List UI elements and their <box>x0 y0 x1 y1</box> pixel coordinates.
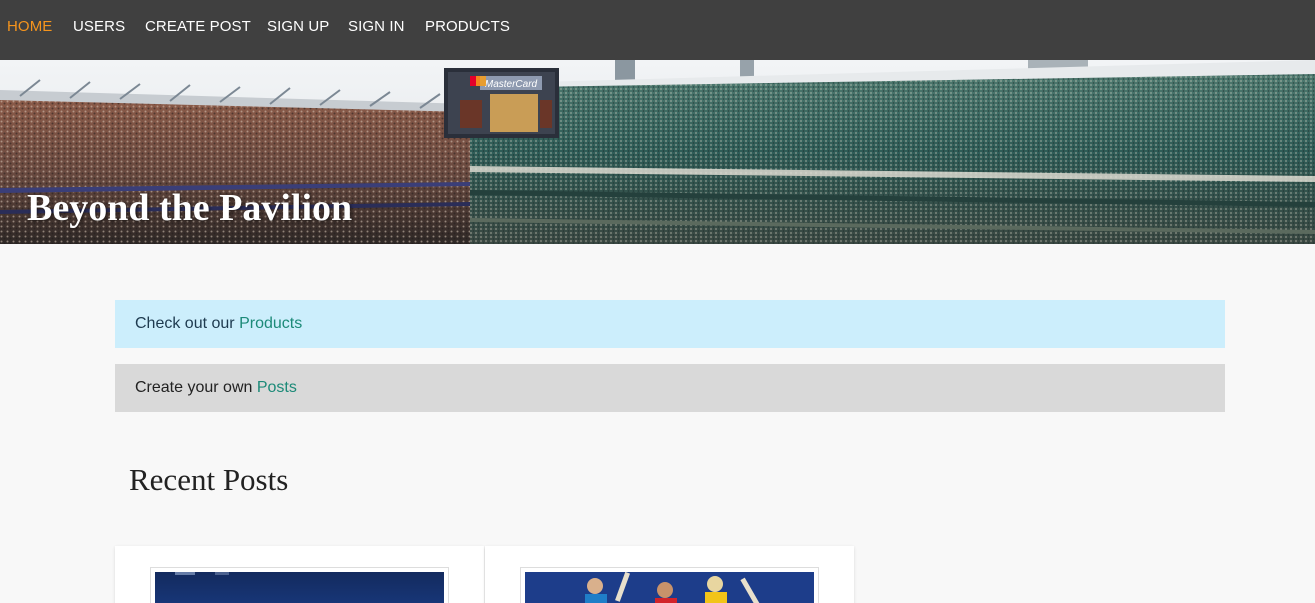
nav-products-link[interactable]: PRODUCTS <box>425 18 510 36</box>
post-card[interactable] <box>485 546 854 603</box>
post-thumbnail-frame <box>520 567 819 603</box>
site-title: Beyond the Pavilion <box>27 187 353 229</box>
post-card[interactable] <box>115 546 484 603</box>
post-thumbnail-frame <box>150 567 449 603</box>
top-navigation-bar: HOME USERS CREATE POST SIGN UP SIGN IN P… <box>0 0 1315 60</box>
products-notice: Check out our Products <box>115 300 1225 348</box>
nav-users-link[interactable]: USERS <box>73 18 125 36</box>
nav-sign-in-link[interactable]: SIGN IN <box>348 18 405 36</box>
recent-posts-heading: Recent Posts <box>129 462 289 497</box>
post-thumbnail-image[interactable] <box>155 572 444 603</box>
posts-notice: Create your own Posts <box>115 364 1225 412</box>
products-link[interactable]: Products <box>239 315 302 332</box>
nav-create-post-link[interactable]: CREATE POST <box>145 18 251 36</box>
post-thumbnail-image[interactable] <box>525 572 814 603</box>
nav-home-link[interactable]: HOME <box>7 18 52 36</box>
scoreboard-sponsor-text: MasterCard <box>485 79 538 90</box>
posts-notice-text: Create your own <box>135 379 257 396</box>
hero-banner: MasterCard Beyond the Pavilion <box>0 60 1315 244</box>
products-notice-text: Check out our <box>135 315 240 332</box>
posts-link[interactable]: Posts <box>257 379 297 396</box>
nav-sign-up-link[interactable]: SIGN UP <box>267 18 329 36</box>
